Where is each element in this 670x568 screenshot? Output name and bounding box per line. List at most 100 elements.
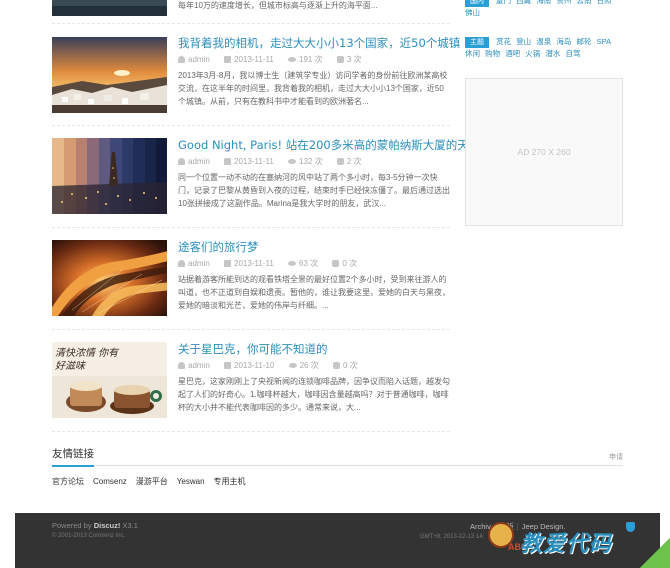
- list-item: 我背着我的相机，走过大大小小13个国家，近50个城镇 admin 2013-11…: [52, 24, 460, 126]
- tag-link[interactable]: 购物: [485, 49, 500, 58]
- friend-link[interactable]: Comsenz: [93, 477, 127, 486]
- list-item: 途客们的旅行梦 admin 2013-11-11 63 次 0 次 站据着游客所…: [52, 228, 450, 330]
- comment-icon: [332, 260, 340, 267]
- powered-version: X3.1: [122, 521, 138, 530]
- tag-link[interactable]: 日照: [597, 0, 612, 5]
- post-date: 2013-11-10: [234, 361, 275, 370]
- post-author[interactable]: admin: [188, 55, 210, 64]
- tag-group-label: 主题: [465, 37, 489, 48]
- tag-link[interactable]: 海南: [536, 0, 551, 5]
- post-date: 2013-11-11: [234, 55, 274, 64]
- friend-links-title: 友情链接: [52, 446, 94, 467]
- calendar-icon: [224, 260, 232, 267]
- tag-link[interactable]: 酒吧: [505, 49, 520, 58]
- post-excerpt: 星巴克，这家刚刚上了央视新闻的连锁咖啡品牌，因争议而陷入话题，越发勾起了人们的好…: [178, 377, 450, 412]
- post-excerpt: 站据着游客所能到达的观看铁塔全景的最好位置2个多小时，受到来往游人的叫道，也不正…: [178, 275, 450, 310]
- tag-link[interactable]: 火锅: [525, 49, 540, 58]
- tag-link[interactable]: 海岛: [556, 37, 571, 46]
- tag-link[interactable]: 休闲: [465, 49, 480, 58]
- server-time: GMT+8, 2013-12-13 14:: [420, 534, 485, 540]
- post-thumbnail[interactable]: [52, 0, 167, 16]
- tag-link[interactable]: 贵州: [556, 0, 571, 5]
- tag-link[interactable]: 云南: [576, 0, 591, 5]
- tag-group-theme: 主题 赏花 登山 温泉 海岛 邮轮 SPA 休闲 购物 酒吧 火锅 潜水 自驾: [465, 36, 623, 60]
- friend-link[interactable]: 官方论坛: [52, 477, 84, 486]
- tag-group-label: 国内: [465, 0, 489, 7]
- post-thumbnail[interactable]: [52, 240, 167, 316]
- post-comments[interactable]: 0 次: [342, 259, 357, 268]
- post-meta: admin 2013-11-11 191 次 3 次: [178, 54, 450, 66]
- post-meta: admin 2013-11-10 26 次 0 次: [178, 360, 450, 372]
- post-title[interactable]: Good Night, Paris! 站在200多米高的蒙帕纳斯大厦的天: [178, 138, 469, 152]
- list-item: Good Night, Paris! 站在200多米高的蒙帕纳斯大厦的天 adm…: [52, 126, 469, 228]
- post-comments[interactable]: 3 次: [347, 55, 362, 64]
- tag-link[interactable]: 潜水: [545, 49, 560, 58]
- tag-link[interactable]: 赏花: [496, 37, 511, 46]
- post-comments[interactable]: 0 次: [343, 361, 358, 370]
- post-views: 132 次: [299, 157, 323, 166]
- tag-link[interactable]: 温泉: [536, 37, 551, 46]
- tag-link[interactable]: 厦门: [496, 0, 511, 5]
- post-title[interactable]: 途客们的旅行梦: [178, 240, 450, 254]
- post-excerpt: 2013年3月-8月，我以博士生（建筑学专业）访问学者的身份前往欧洲某高校交流，…: [178, 71, 448, 106]
- tag-link[interactable]: 佛山: [465, 8, 480, 17]
- user-icon: [178, 158, 185, 165]
- post-meta: admin 2013-11-11 63 次 0 次: [178, 258, 450, 270]
- post-author[interactable]: admin: [188, 361, 210, 370]
- powered-by: Powered by Discuz! X3.1: [52, 521, 138, 530]
- post-title[interactable]: 我背着我的相机，走过大大小小13个国家，近50个城镇: [178, 36, 460, 50]
- powered-brand[interactable]: Discuz!: [94, 521, 121, 530]
- post-views: 191 次: [299, 55, 323, 64]
- eye-icon: [288, 159, 296, 164]
- tag-link[interactable]: 登山: [516, 37, 531, 46]
- powered-prefix: Powered by: [52, 521, 92, 530]
- comment-icon: [332, 362, 340, 369]
- post-meta: admin 2013-11-11 132 次 2 次: [178, 156, 450, 168]
- friend-links-header: 友情链接 申请: [52, 444, 623, 467]
- post-author[interactable]: admin: [188, 259, 210, 268]
- post-thumbnail[interactable]: [52, 37, 167, 113]
- calendar-icon: [224, 158, 232, 165]
- post-excerpt: 同一个位置一动不动的在塞纳河的风中站了两个多小时，每3-5分钟一次快门，记录了巴…: [178, 173, 450, 208]
- comment-icon: [336, 158, 344, 165]
- list-item: 每年10万的速度增长，但城市标高与逐渐上升的海平面...: [52, 0, 450, 24]
- post-thumbnail[interactable]: 清快浓情 你有好滋味: [52, 342, 167, 418]
- post-list: 每年10万的速度增长，但城市标高与逐渐上升的海平面... 我背着我的相机，走过大…: [52, 0, 469, 432]
- list-item: 清快浓情 你有好滋味 关于星巴克，你可能不知道的 admin 2013-11-1…: [52, 330, 450, 432]
- post-title[interactable]: 关于星巴克，你可能不知道的: [178, 342, 450, 356]
- user-icon: [178, 56, 185, 63]
- calendar-icon: [224, 362, 232, 369]
- friend-link[interactable]: 专用主机: [214, 477, 246, 486]
- ad-label: AD 270 X 260: [517, 147, 571, 157]
- eye-icon: [288, 363, 297, 368]
- tag-link[interactable]: 邮轮: [576, 37, 591, 46]
- post-excerpt: 每年10万的速度增长，但城市标高与逐渐上升的海平面...: [178, 1, 378, 10]
- apply-link[interactable]: 申请: [609, 452, 623, 462]
- eye-icon: [288, 261, 296, 266]
- tag-group-domestic: 国内 厦门 西藏 海南 贵州 云南 日照 佛山: [465, 0, 623, 19]
- friend-links: 友情链接 申请 官方论坛 Comsenz 漫游平台 Yeswan 专用主机: [52, 444, 623, 487]
- post-date: 2013-11-11: [234, 259, 274, 268]
- friend-links-list: 官方论坛 Comsenz 漫游平台 Yeswan 专用主机: [52, 476, 623, 487]
- eye-icon: [288, 57, 296, 62]
- comment-icon: [336, 56, 344, 63]
- calendar-icon: [224, 56, 232, 63]
- post-views: 63 次: [299, 259, 319, 268]
- post-date: 2013-11-11: [234, 157, 274, 166]
- user-icon: [178, 362, 185, 369]
- thumb-caption: 清快浓情 你有好滋味: [55, 348, 119, 372]
- copyright: © 2001-2013 Comsenz Inc.: [52, 533, 126, 539]
- tag-link[interactable]: 西藏: [516, 0, 531, 5]
- tag-link[interactable]: 自驾: [565, 49, 580, 58]
- friend-link[interactable]: 漫游平台: [136, 477, 168, 486]
- post-comments[interactable]: 2 次: [347, 157, 362, 166]
- watermark-text: 教爱代码: [520, 532, 613, 557]
- watermark: ABC 教爱代码: [480, 512, 670, 568]
- post-author[interactable]: admin: [188, 157, 210, 166]
- post-thumbnail[interactable]: [52, 138, 167, 214]
- post-views: 26 次: [299, 361, 319, 370]
- tag-link[interactable]: SPA: [597, 37, 611, 46]
- friend-link[interactable]: Yeswan: [177, 477, 205, 486]
- corner-decoration: [640, 538, 670, 568]
- ad-placeholder[interactable]: AD 270 X 260: [465, 78, 623, 226]
